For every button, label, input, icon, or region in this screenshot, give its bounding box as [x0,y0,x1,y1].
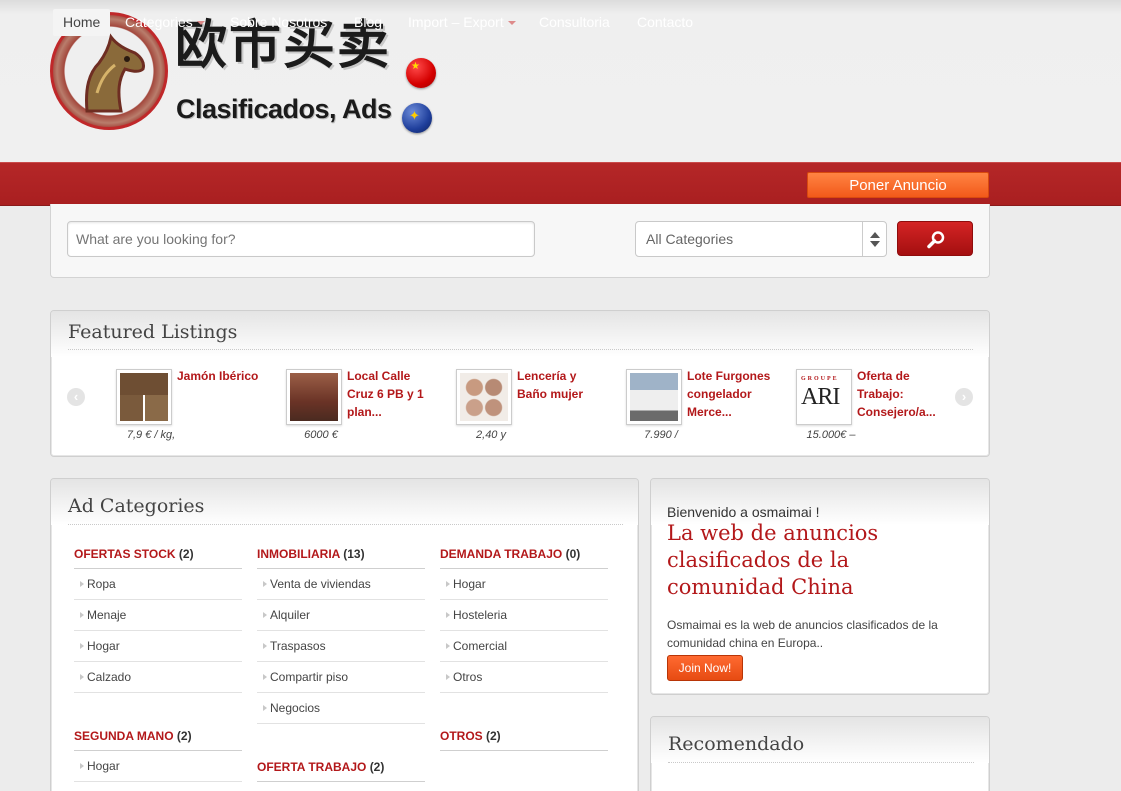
post-ad-button[interactable]: Poner Anuncio [807,172,989,198]
ad-categories-title: Ad Categories [68,495,205,517]
eu-flag-icon: ✦ [402,103,432,133]
carousel-prev-icon[interactable]: ‹ [67,388,85,406]
category-heading[interactable]: OFERTA TRABAJO (2) [257,760,425,782]
subcategory-link[interactable]: Calzado [74,662,242,693]
recommended-box: Recomendado [650,716,990,791]
nav-sobre-nosotros[interactable]: Sobre Nosotros [220,9,337,36]
category-name[interactable]: OFERTA TRABAJO [257,760,366,774]
category-count: (2) [176,729,192,743]
logo-spanish-text: Clasificados, Ads [176,94,392,124]
featured-item[interactable]: Lote Furgones congelador Merce... 7.990 … [626,369,786,444]
subcategory-link[interactable]: Venta de viviendas [257,569,425,600]
nav-home[interactable]: Home [53,9,111,36]
listing-price: 7.990 / [644,429,678,441]
subcategory-link[interactable]: Hogar [74,751,242,782]
featured-item[interactable]: Lencería y Baño mujer 2,40 y [456,369,616,444]
featured-item[interactable]: Local Calle Cruz 6 PB y 1 plan... 6000 € [286,369,446,444]
category-name[interactable]: DEMANDA TRABAJO [440,547,562,561]
welcome-headline: La web de anuncios clasificados de la co… [667,521,879,599]
category-heading[interactable]: SEGUNDA MANO (2) [74,729,242,751]
category-name[interactable]: INMOBILIARIA [257,547,340,561]
category-heading[interactable]: INMOBILIARIA (13) [257,547,425,569]
listing-thumbnail[interactable] [626,369,682,425]
category-select-value: All Categories [646,231,734,247]
join-now-button[interactable]: Join Now! [667,655,743,681]
subcategory-link[interactable]: Compartir piso [257,662,425,693]
category-name[interactable]: SEGUNDA MANO [74,729,174,743]
nav-home-label: Home [63,14,101,30]
search-button[interactable] [897,221,973,256]
category-heading[interactable]: OTROS (2) [440,729,608,751]
chevron-down-icon [507,21,516,26]
listing-thumbnail[interactable] [116,369,172,425]
listing-price: 2,40 y [476,429,506,441]
nav-import-export[interactable]: Import – Export [398,9,526,36]
category-select[interactable]: All Categories [635,221,887,257]
china-flag-icon: ★ [406,58,436,88]
listing-price: 15.000€ – [806,429,856,441]
nav-import-export-label: Import – Export [408,14,504,30]
recommended-title: Recomendado [668,733,805,755]
nav-contacto[interactable]: Contacto [627,9,703,36]
nav-categories[interactable]: Categories [115,9,215,36]
arrow-up-icon [870,232,880,238]
welcome-description: Osmaimai es la web de anuncios clasifica… [667,618,938,650]
subcategory-link[interactable]: Hosteleria [440,600,608,631]
carousel-next-icon[interactable]: › [955,388,973,406]
subcategory-link[interactable]: Hogar [440,569,608,600]
nav-consultoria-label: Consultoria [539,14,610,30]
category-heading[interactable]: DEMANDA TRABAJO (0) [440,547,608,569]
nav-blog[interactable]: Blog [344,9,392,36]
nav-sobre-nosotros-label: Sobre Nosotros [230,14,328,30]
subcategory-link[interactable]: Ropa [74,569,242,600]
divider [68,349,973,350]
search-input[interactable] [67,221,535,257]
eu-stars-icon: ✦ [409,108,420,123]
category-heading[interactable]: OFERTAS STOCK (2) [74,547,242,569]
subcategory-link[interactable]: Alquiler [257,600,425,631]
listing-title[interactable]: Local Calle Cruz 6 PB y 1 plan... [347,367,439,421]
divider [68,524,623,525]
subcategory-link[interactable]: Hogar [74,631,242,662]
nav-consultoria[interactable]: Consultoria [529,9,620,36]
groupe-ari-logo-top: GROUPE [801,376,839,382]
category-count: (0) [565,547,581,561]
listing-thumbnail[interactable] [286,369,342,425]
welcome-greeting: Bienvenido a osmaimai ! [667,504,820,520]
listing-thumbnail[interactable]: GROUPE ARI [796,369,852,425]
category-count: (13) [343,547,365,561]
featured-item[interactable]: GROUPE ARI Oferta de Trabajo: Consejero/… [796,369,956,444]
listing-price: 6000 € [304,429,338,441]
divider [668,762,974,763]
arrow-down-icon [870,241,880,247]
groupe-ari-logo-main: ARI [801,384,840,410]
select-arrows-icon [862,222,886,256]
horse-head-icon [85,33,145,113]
category-name[interactable]: OTROS [440,729,483,743]
category-count: (2) [486,729,501,743]
subcategory-link[interactable]: Traspasos [257,631,425,662]
flag-star-icon: ★ [411,61,420,72]
featured-item[interactable]: Jamón Ibérico 7,9 € / kg, [116,369,276,444]
nav-contacto-label: Contacto [637,14,694,30]
category-count: (2) [369,760,385,774]
nav-categories-label: Categories [125,14,193,30]
category-count: (2) [178,547,194,561]
subcategory-link[interactable]: Otros [440,662,608,693]
subcategory-link[interactable]: Negocios [257,693,425,724]
category-name[interactable]: OFERTAS STOCK [74,547,176,561]
featured-listings-title: Featured Listings [68,321,238,343]
chevron-down-icon [196,21,205,26]
subcategory-link[interactable]: Menaje [74,600,242,631]
listing-title[interactable]: Jamón Ibérico [177,367,269,385]
listing-price: 7,9 € / kg, [126,429,176,441]
listing-thumbnail[interactable] [456,369,512,425]
listing-title[interactable]: Lencería y Baño mujer [517,367,609,403]
listing-title[interactable]: Lote Furgones congelador Merce... [687,367,779,421]
subcategory-link[interactable]: Comercial [440,631,608,662]
nav-blog-label: Blog [354,14,383,30]
listing-title[interactable]: Oferta de Trabajo: Consejero/a... [857,367,949,421]
search-icon [927,231,945,249]
